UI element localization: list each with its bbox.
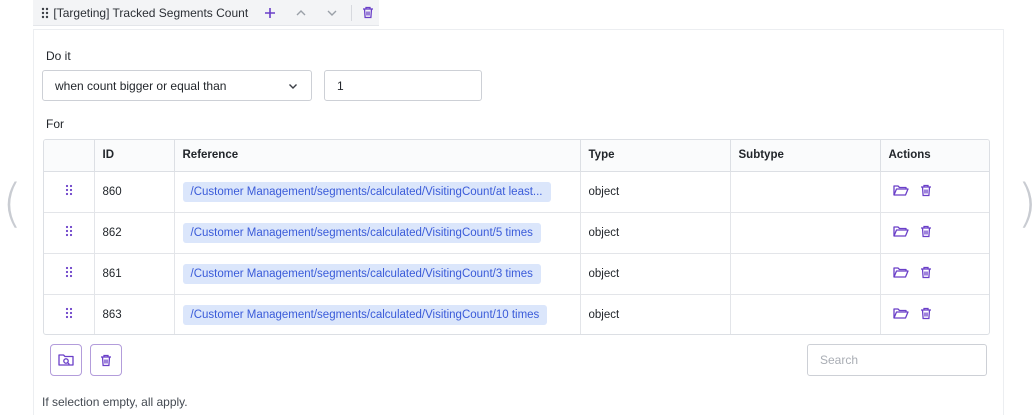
move-down-button[interactable] bbox=[320, 2, 343, 24]
drag-handle-icon[interactable] bbox=[38, 6, 51, 20]
row-reference-link[interactable]: /Customer Management/segments/calculated… bbox=[182, 263, 541, 284]
chevron-up-icon bbox=[296, 9, 306, 15]
column-header-actions: Actions bbox=[880, 140, 989, 172]
row-reference-link[interactable]: /Customer Management/segments/calculated… bbox=[182, 181, 551, 202]
editor-tab[interactable]: [Targeting] Tracked Segments Count bbox=[33, 0, 379, 26]
search-folder-button[interactable] bbox=[50, 344, 82, 376]
column-header-subtype[interactable]: Subtype bbox=[730, 140, 881, 172]
condition-select[interactable]: when count bigger or equal than bbox=[42, 70, 312, 101]
clear-all-button[interactable] bbox=[90, 344, 122, 376]
column-header-reference[interactable]: Reference bbox=[174, 140, 581, 172]
row-drag-handle[interactable] bbox=[44, 212, 95, 254]
row-subtype bbox=[730, 171, 881, 213]
move-up-button[interactable] bbox=[289, 2, 312, 24]
table-row: 863 /Customer Management/segments/calcul… bbox=[44, 294, 989, 334]
delete-tab-button[interactable] bbox=[356, 2, 379, 24]
chevron-down-icon bbox=[289, 84, 297, 89]
row-subtype bbox=[730, 212, 881, 254]
row-subtype bbox=[730, 294, 881, 334]
column-header-handle bbox=[44, 140, 95, 172]
table-header-row: ID Reference Type Subtype Actions bbox=[44, 140, 989, 172]
right-bracket: ) bbox=[1017, 178, 1035, 230]
chevron-down-icon bbox=[327, 10, 337, 16]
row-drag-handle[interactable] bbox=[44, 171, 95, 213]
delete-row-icon[interactable] bbox=[920, 225, 932, 238]
segments-table: ID Reference Type Subtype Actions 860 /C… bbox=[43, 139, 990, 335]
delete-row-icon[interactable] bbox=[920, 184, 932, 197]
column-header-id[interactable]: ID bbox=[94, 140, 175, 172]
drag-handle-icon bbox=[65, 184, 72, 196]
row-subtype bbox=[730, 253, 881, 295]
row-id: 863 bbox=[94, 294, 175, 334]
table-row: 860 /Customer Management/segments/calcul… bbox=[44, 171, 989, 213]
add-button[interactable] bbox=[258, 2, 281, 24]
table-row: 861 /Customer Management/segments/calcul… bbox=[44, 253, 989, 295]
row-id: 860 bbox=[94, 171, 175, 213]
table-row: 862 /Customer Management/segments/calcul… bbox=[44, 212, 989, 254]
open-folder-icon[interactable] bbox=[892, 225, 909, 238]
row-type: object bbox=[580, 171, 731, 213]
for-label: For bbox=[46, 117, 64, 131]
row-id: 862 bbox=[94, 212, 175, 254]
empty-selection-hint: If selection empty, all apply. bbox=[42, 395, 188, 409]
tab-separator bbox=[351, 4, 353, 21]
row-reference-link[interactable]: /Customer Management/segments/calculated… bbox=[182, 222, 541, 243]
row-drag-handle[interactable] bbox=[44, 253, 95, 295]
do-it-label: Do it bbox=[46, 49, 71, 63]
row-type: object bbox=[580, 294, 731, 334]
row-type: object bbox=[580, 212, 731, 254]
delete-row-icon[interactable] bbox=[920, 266, 932, 279]
left-bracket: ( bbox=[2, 174, 23, 234]
open-folder-icon[interactable] bbox=[892, 184, 909, 197]
search-input[interactable] bbox=[807, 344, 987, 376]
row-reference-link[interactable]: /Customer Management/segments/calculated… bbox=[182, 304, 548, 325]
trash-icon bbox=[101, 354, 111, 366]
row-drag-handle[interactable] bbox=[44, 294, 95, 334]
tab-title: [Targeting] Tracked Segments Count bbox=[53, 5, 249, 20]
row-type: object bbox=[580, 253, 731, 295]
row-id: 861 bbox=[94, 253, 175, 295]
drag-handle-icon bbox=[65, 266, 72, 278]
delete-row-icon[interactable] bbox=[920, 307, 932, 320]
open-folder-icon[interactable] bbox=[892, 307, 909, 320]
folder-search-icon bbox=[58, 354, 74, 366]
drag-handle-icon bbox=[65, 225, 72, 237]
open-folder-icon[interactable] bbox=[892, 266, 909, 279]
count-input[interactable] bbox=[324, 70, 482, 101]
drag-handle-icon bbox=[65, 308, 72, 319]
column-header-type[interactable]: Type bbox=[580, 140, 731, 172]
plus-icon bbox=[264, 7, 275, 18]
condition-select-value: when count bigger or equal than bbox=[55, 78, 227, 93]
trash-icon bbox=[362, 6, 373, 19]
